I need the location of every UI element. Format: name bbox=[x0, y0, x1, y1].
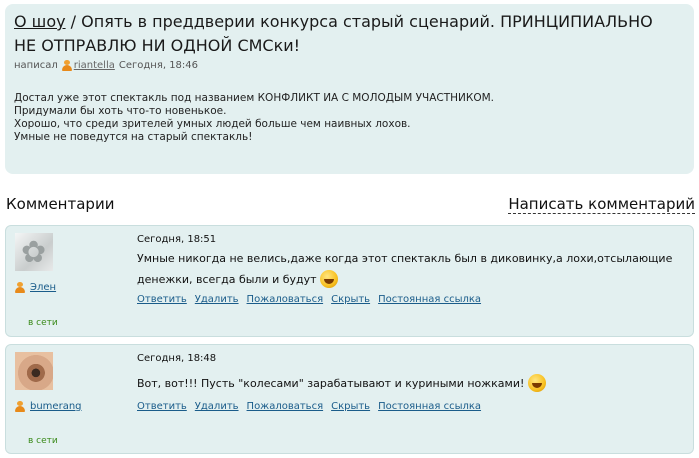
comment-time: Сегодня, 18:48 bbox=[137, 353, 217, 364]
delete-link[interactable]: Удалить bbox=[195, 294, 239, 305]
permalink-link[interactable]: Постоянная ссылка bbox=[378, 294, 481, 305]
show-link[interactable]: О шоу bbox=[14, 12, 66, 31]
hide-link[interactable]: Скрыть bbox=[331, 401, 370, 412]
user-icon bbox=[15, 282, 25, 293]
post-body-line: Придумали бы хоть что-то новенькое. bbox=[14, 105, 227, 117]
post-body-line: Умные не поведутся на старый спектакль! bbox=[14, 131, 253, 143]
post-author-link[interactable]: riantella bbox=[74, 60, 115, 71]
post-title-text: / Опять в преддверии конкурса старый сце… bbox=[14, 12, 653, 55]
comment-author-link[interactable]: Элен bbox=[30, 282, 56, 293]
comment-text-body: Вот, вот!!! Пусть "колесами" зарабатываю… bbox=[137, 377, 525, 390]
post-body-line: Хорошо, что среди зрителей умных людей б… bbox=[14, 118, 411, 130]
comment-author-link[interactable]: bumerang bbox=[30, 401, 82, 412]
write-comment-link[interactable]: Написать комментарий bbox=[508, 195, 695, 214]
comment-time: Сегодня, 18:51 bbox=[137, 234, 217, 245]
user-icon bbox=[15, 401, 25, 412]
comment: bumerang в сети Сегодня, 18:48 Вот, вот!… bbox=[5, 344, 694, 454]
online-status: в сети bbox=[28, 436, 58, 446]
comment-author: Элен bbox=[15, 282, 56, 293]
comments-heading: Комментарии bbox=[6, 195, 115, 213]
post-body-line: Достал уже этот спектакль под названием … bbox=[14, 92, 494, 104]
post-title: О шоу / Опять в преддверии конкурса стар… bbox=[14, 10, 674, 58]
comment-text-body: Умные никогда не велись,даже когда этот … bbox=[137, 252, 673, 286]
comment-actions: Ответить Удалить Пожаловаться Скрыть Пос… bbox=[137, 401, 481, 412]
comment-actions: Ответить Удалить Пожаловаться Скрыть Пос… bbox=[137, 294, 481, 305]
comment-author: bumerang bbox=[15, 401, 82, 412]
report-link[interactable]: Пожаловаться bbox=[247, 294, 324, 305]
report-link[interactable]: Пожаловаться bbox=[247, 401, 324, 412]
delete-link[interactable]: Удалить bbox=[195, 401, 239, 412]
reply-link[interactable]: Ответить bbox=[137, 294, 187, 305]
avatar[interactable] bbox=[15, 352, 53, 390]
smiley-icon bbox=[527, 374, 546, 392]
comment: ✿ Элен в сети Сегодня, 18:51 Умные никог… bbox=[5, 225, 694, 337]
byline-prefix: написал bbox=[14, 60, 58, 71]
reply-link[interactable]: Ответить bbox=[137, 401, 187, 412]
user-icon bbox=[61, 60, 72, 71]
post-body: Достал уже этот спектакль под названием … bbox=[14, 92, 674, 144]
comment-text: Умные никогда не велись,даже когда этот … bbox=[137, 248, 682, 290]
post-byline: написал riantella Сегодня, 18:46 bbox=[14, 60, 198, 71]
permalink-link[interactable]: Постоянная ссылка bbox=[378, 401, 481, 412]
comment-text: Вот, вот!!! Пусть "колесами" зарабатываю… bbox=[137, 373, 682, 394]
online-status: в сети bbox=[28, 318, 58, 328]
smiley-icon bbox=[320, 270, 339, 288]
post-time: Сегодня, 18:46 bbox=[118, 60, 199, 71]
avatar[interactable]: ✿ bbox=[15, 233, 53, 271]
avatar-glyph: ✿ bbox=[21, 235, 47, 270]
post-card: О шоу / Опять в преддверии конкурса стар… bbox=[5, 4, 694, 174]
hide-link[interactable]: Скрыть bbox=[331, 294, 370, 305]
